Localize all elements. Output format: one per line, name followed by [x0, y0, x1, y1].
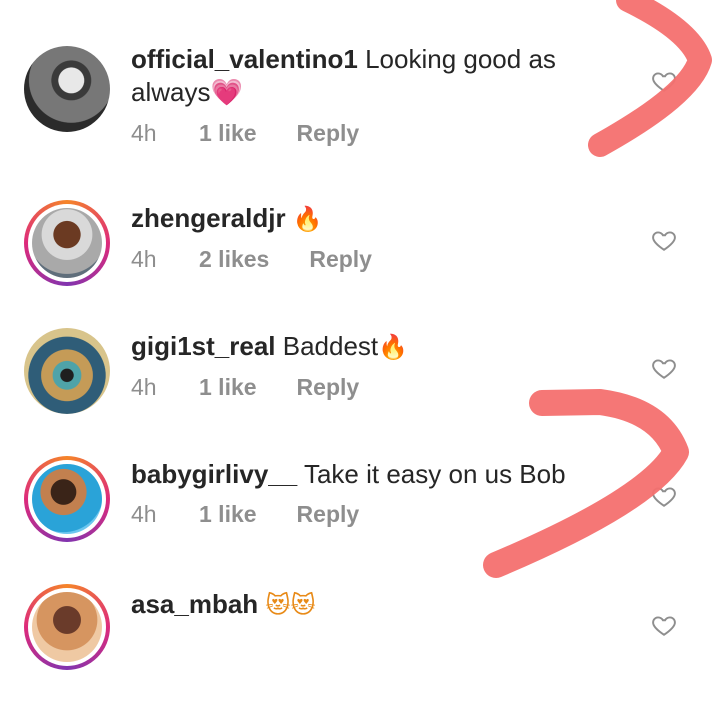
- comment-row: gigi1st_real Baddest🔥 4h 1 like Reply: [0, 318, 720, 446]
- comment-line: zhengeraldjr 🔥: [131, 202, 631, 236]
- avatar-image: [32, 592, 102, 662]
- comment-username[interactable]: babygirlivy__: [131, 459, 297, 489]
- fire-emoji-icon: 🔥: [292, 205, 323, 233]
- heart-outline-icon[interactable]: [651, 483, 677, 509]
- comment-body: official_valentino1 Looking good as alwa…: [131, 43, 631, 147]
- heart-outline-icon[interactable]: [651, 68, 677, 94]
- comment-body: gigi1st_real Baddest🔥 4h 1 like Reply: [131, 330, 631, 401]
- fire-emoji-icon: 🔥: [378, 333, 409, 361]
- comment-likes[interactable]: 1 like: [199, 120, 257, 147]
- reply-button[interactable]: Reply: [309, 246, 372, 273]
- avatar[interactable]: [24, 328, 110, 414]
- comment-line: babygirlivy__ Take it easy on us Bob: [131, 458, 631, 491]
- comment-line-2: always💗: [131, 76, 631, 110]
- comment-row: zhengeraldjr 🔥 4h 2 likes Reply: [0, 190, 720, 318]
- comment-likes[interactable]: 2 likes: [199, 246, 269, 273]
- comment-likes[interactable]: 1 like: [199, 501, 257, 528]
- story-ring: [28, 460, 106, 538]
- comment-line: official_valentino1 Looking good as: [131, 43, 631, 76]
- avatar[interactable]: [24, 584, 110, 670]
- comment-row: official_valentino1 Looking good as alwa…: [0, 36, 720, 164]
- comment-text-continued: always: [131, 77, 211, 107]
- comment-meta: 4h 1 like Reply: [131, 501, 631, 528]
- comment-time: 4h: [131, 374, 157, 400]
- heart-outline-icon[interactable]: [651, 227, 677, 253]
- heart-outline-icon[interactable]: [651, 355, 677, 381]
- comment-username[interactable]: gigi1st_real: [131, 331, 276, 361]
- comment-username[interactable]: asa_mbah: [131, 589, 258, 619]
- comment-text: Take it easy on us Bob: [303, 459, 566, 489]
- heart-outline-icon[interactable]: [651, 612, 677, 638]
- comment-meta: 4h 2 likes Reply: [131, 246, 631, 273]
- comment-body: zhengeraldjr 🔥 4h 2 likes Reply: [131, 202, 631, 273]
- comment-meta: 4h 1 like Reply: [131, 374, 631, 401]
- comment-time: 4h: [131, 120, 157, 146]
- comment-likes[interactable]: 1 like: [199, 374, 257, 401]
- comment-username[interactable]: zhengeraldjr: [131, 203, 286, 233]
- avatar[interactable]: [24, 46, 110, 132]
- story-ring: [28, 204, 106, 282]
- avatar-image: [32, 208, 102, 278]
- reply-button[interactable]: Reply: [297, 120, 360, 147]
- comment-username[interactable]: official_valentino1: [131, 44, 358, 74]
- comment-time: 4h: [131, 246, 157, 272]
- comment-text: Baddest: [282, 331, 379, 361]
- avatar[interactable]: [24, 456, 110, 542]
- avatar-image: [24, 46, 110, 132]
- reply-button[interactable]: Reply: [297, 501, 360, 528]
- comment-line: asa_mbah 😻😻: [131, 588, 631, 622]
- comment-time: 4h: [131, 501, 157, 527]
- comment-body: babygirlivy__ Take it easy on us Bob 4h …: [131, 458, 631, 528]
- comment-text: Looking good as: [365, 44, 556, 74]
- avatar-image: [32, 464, 102, 534]
- heart-eyes-cat-emoji-icon: 😻😻: [265, 591, 316, 619]
- comment-row: babygirlivy__ Take it easy on us Bob 4h …: [0, 446, 720, 574]
- comment-row: asa_mbah 😻😻: [0, 574, 720, 702]
- comment-meta: 4h 1 like Reply: [131, 120, 631, 147]
- pink-heart-emoji-icon: 💗: [210, 78, 243, 108]
- comment-body: asa_mbah 😻😻: [131, 588, 631, 622]
- avatar-image: [24, 328, 110, 414]
- reply-button[interactable]: Reply: [297, 374, 360, 401]
- comment-line: gigi1st_real Baddest🔥: [131, 330, 631, 364]
- story-ring: [28, 588, 106, 666]
- avatar[interactable]: [24, 200, 110, 286]
